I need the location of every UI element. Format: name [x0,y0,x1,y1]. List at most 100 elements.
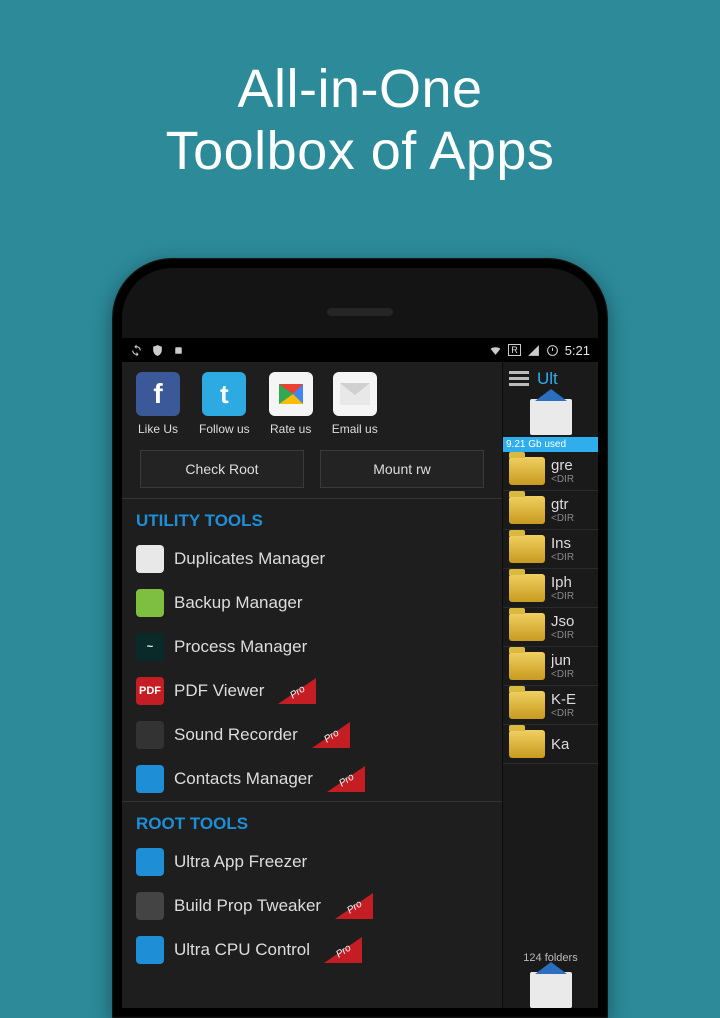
home-tile-bottom[interactable] [503,968,598,1008]
rate-button[interactable]: Rate us [269,372,313,436]
root-tools-header: ROOT TOOLS [122,801,502,840]
utility-tool-item[interactable]: ~ Process Manager [122,625,502,669]
social-label: Email us [332,422,378,436]
root-tool-item[interactable]: Build Prop Tweaker [122,884,502,928]
social-label: Rate us [269,422,313,436]
right-pane-title: Ult [537,369,558,389]
power-icon [546,344,559,357]
file-name: K-E [551,691,576,708]
home-icon [530,399,572,435]
check-root-button[interactable]: Check Root [140,450,304,488]
facebook-button[interactable]: f Like Us [136,372,180,436]
pro-badge [278,678,316,704]
file-name: Ka [551,736,569,753]
file-name: Iph [551,574,574,591]
pro-badge [335,893,373,919]
file-row[interactable]: Ka [503,725,598,764]
tool-icon [136,545,164,573]
file-name: gtr [551,496,574,513]
signal-icon [527,344,540,357]
pro-badge [312,722,350,748]
folder-icon [509,613,545,641]
utility-tool-item[interactable]: PDF PDF Viewer [122,669,502,713]
email-icon [333,372,377,416]
tool-label: Ultra CPU Control [174,940,310,960]
phone-speaker [327,308,393,316]
tool-icon [136,848,164,876]
social-row: f Like Us t Follow us Rate us [122,362,502,440]
tool-icon [136,892,164,920]
utility-tool-item[interactable]: Duplicates Manager [122,537,502,581]
file-meta: <DIR [551,669,574,680]
file-meta: <DIR [551,474,574,485]
tool-label: Duplicates Manager [174,549,325,569]
file-row[interactable]: Iph<DIR [503,569,598,608]
phone-screen: R 5:21 f Like Us t [122,338,598,1008]
social-label: Like Us [136,422,180,436]
android-icon [172,344,185,357]
utility-tool-item[interactable]: Sound Recorder [122,713,502,757]
file-meta: <DIR [551,591,574,602]
tool-label: PDF Viewer [174,681,264,701]
wifi-icon [489,344,502,357]
social-label: Follow us [199,422,250,436]
twitter-button[interactable]: t Follow us [199,372,250,436]
file-meta: <DIR [551,552,574,563]
pro-badge [327,766,365,792]
file-name: Ins [551,535,574,552]
folder-icon [509,730,545,758]
home-tile[interactable] [503,395,598,437]
tool-icon: PDF [136,677,164,705]
network-badge: R [508,344,521,356]
facebook-icon: f [136,372,180,416]
folder-icon [509,457,545,485]
right-pane: Ult 9.21 Gb used gre<DIRgtr<DIRIns<DIRIp… [502,362,598,1008]
root-tool-item[interactable]: Ultra CPU Control [122,928,502,972]
file-row[interactable]: gre<DIR [503,452,598,491]
tool-icon [136,721,164,749]
shield-icon [151,344,164,357]
storage-used-label: 9.21 Gb used [503,437,598,452]
phone-frame: R 5:21 f Like Us t [112,258,608,1018]
tool-label: Process Manager [174,637,307,657]
folder-icon [509,574,545,602]
tool-icon [136,765,164,793]
tool-icon [136,589,164,617]
tool-label: Sound Recorder [174,725,298,745]
tool-icon: ~ [136,633,164,661]
folder-icon [509,535,545,563]
email-button[interactable]: Email us [332,372,378,436]
utility-tools-header: UTILITY TOOLS [122,498,502,537]
utility-tool-item[interactable]: Backup Manager [122,581,502,625]
file-name: jun [551,652,574,669]
sync-icon [130,344,143,357]
file-meta: <DIR [551,708,576,719]
tool-label: Contacts Manager [174,769,313,789]
home-icon [530,972,572,1008]
file-row[interactable]: Ins<DIR [503,530,598,569]
status-bar: R 5:21 [122,338,598,362]
folder-icon [509,691,545,719]
tool-icon [136,936,164,964]
file-row[interactable]: K-E<DIR [503,686,598,725]
file-row[interactable]: gtr<DIR [503,491,598,530]
menu-icon[interactable] [509,368,529,389]
file-row[interactable]: jun<DIR [503,647,598,686]
tool-label: Backup Manager [174,593,303,613]
file-name: Jso [551,613,574,630]
tool-label: Build Prop Tweaker [174,896,321,916]
twitter-icon: t [202,372,246,416]
pro-badge [324,937,362,963]
hero-title: All-in-One Toolbox of Apps [0,0,720,182]
file-row[interactable]: Jso<DIR [503,608,598,647]
file-meta: <DIR [551,513,574,524]
file-name: gre [551,457,574,474]
tool-label: Ultra App Freezer [174,852,307,872]
status-time: 5:21 [565,343,590,358]
folder-icon [509,496,545,524]
utility-tool-item[interactable]: Contacts Manager [122,757,502,801]
folder-icon [509,652,545,680]
root-tool-item[interactable]: Ultra App Freezer [122,840,502,884]
mount-rw-button[interactable]: Mount rw [320,450,484,488]
left-pane: f Like Us t Follow us Rate us [122,362,502,1008]
